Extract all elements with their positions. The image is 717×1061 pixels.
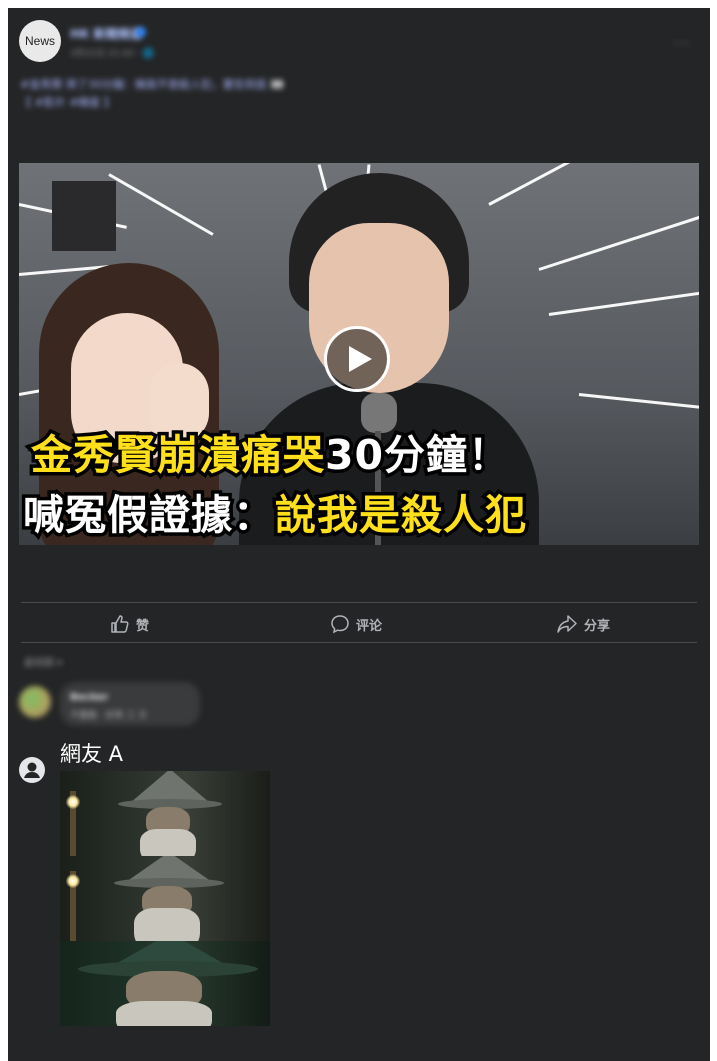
comment-button[interactable]: 评论 bbox=[330, 614, 382, 634]
comment-text: 不要臉 · 好笑 三 天 bbox=[70, 711, 148, 721]
page-avatar[interactable]: News bbox=[19, 20, 61, 62]
thumbs-up-icon bbox=[111, 615, 129, 633]
video-headline-2: 喊冤假證據：說我是殺人犯 bbox=[20, 481, 699, 543]
speed-line bbox=[538, 215, 699, 271]
wizard-beard bbox=[140, 829, 196, 856]
commenter-avatar[interactable] bbox=[19, 686, 51, 718]
facebook-post: News HK 新聞頻道 3月31日 21:43 · 🌐 ··· #金秀賢 哭了… bbox=[8, 8, 710, 1061]
comment-icon bbox=[331, 615, 349, 634]
share-icon bbox=[557, 615, 577, 633]
share-button[interactable]: 分享 bbox=[556, 614, 610, 634]
divider bbox=[21, 642, 697, 643]
meme-panel-2 bbox=[60, 856, 270, 941]
wizard-beard bbox=[116, 1001, 212, 1026]
commenter-name[interactable]: 網友 A bbox=[60, 738, 123, 768]
commenter-name[interactable]: Becker bbox=[70, 692, 108, 703]
page-name[interactable]: HK 新聞頻道 bbox=[70, 25, 142, 42]
speed-line bbox=[488, 163, 667, 206]
speed-line bbox=[578, 393, 699, 410]
more-options-icon[interactable]: ··· bbox=[674, 36, 690, 52]
comment-sort-dropdown[interactable]: 最相關 ▾ bbox=[24, 654, 62, 669]
comment-meme-image[interactable] bbox=[60, 771, 270, 1026]
video-player[interactable]: 金秀賢崩潰痛哭30分鐘！ 喊冤假證據：說我是殺人犯 bbox=[19, 163, 699, 545]
user-avatar-icon[interactable] bbox=[19, 757, 45, 783]
play-button[interactable] bbox=[324, 326, 390, 392]
wizard-beard bbox=[134, 908, 200, 941]
like-label: 赞 bbox=[136, 618, 150, 634]
meme-panel-3 bbox=[60, 941, 270, 1026]
headline-1-yellow: 金秀賢崩潰痛哭 bbox=[28, 428, 328, 483]
page-edge bbox=[0, 8, 8, 1061]
redaction-box bbox=[52, 181, 116, 251]
verified-badge-icon bbox=[136, 27, 146, 37]
post-timestamp[interactable]: 3月31日 21:43 · 🌐 bbox=[70, 46, 154, 59]
share-label: 分享 bbox=[584, 618, 611, 634]
video-headline-1: 金秀賢崩潰痛哭30分鐘！ bbox=[28, 421, 699, 483]
divider bbox=[21, 602, 697, 603]
meme-panel-1 bbox=[60, 771, 270, 856]
headline-1-white: 30分鐘！ bbox=[321, 428, 512, 483]
comment-label: 评论 bbox=[356, 618, 383, 634]
headline-2-yellow: 說我是殺人犯 bbox=[272, 488, 530, 543]
staff-light bbox=[66, 874, 80, 888]
caption-line-2[interactable]: 【 #影片 #韓星 】 bbox=[20, 94, 540, 112]
like-button[interactable]: 赞 bbox=[110, 614, 149, 634]
speed-line bbox=[548, 290, 699, 316]
headline-2-white: 喊冤假證據： bbox=[20, 488, 278, 543]
play-icon bbox=[349, 346, 372, 372]
caption-line-1: #金秀賢 哭了30分鐘：稱我不是殺人犯，要告到底 👀 bbox=[20, 78, 284, 91]
staff-light bbox=[66, 795, 80, 809]
post-caption: #金秀賢 哭了30分鐘：稱我不是殺人犯，要告到底 👀 【 #影片 #韓星 】 bbox=[20, 76, 540, 112]
